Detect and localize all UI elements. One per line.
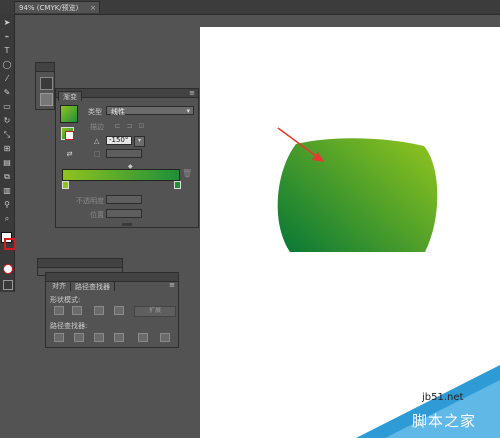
stroke-none-icon[interactable] xyxy=(65,131,74,140)
panel-menu-icon[interactable]: ≡ xyxy=(169,281,175,289)
transparency-panel-icon[interactable] xyxy=(40,93,53,106)
trim-icon[interactable] xyxy=(74,333,84,342)
collapsed-panel-header[interactable] xyxy=(36,63,54,72)
outline-icon[interactable] xyxy=(138,333,148,342)
type-label: 类型 xyxy=(88,108,102,116)
angle-icon: △ xyxy=(94,137,100,145)
tab-gradient[interactable]: 渐变 xyxy=(58,91,82,101)
crop-icon[interactable] xyxy=(114,333,124,342)
gradient-shape[interactable] xyxy=(277,138,438,252)
stroke-option-1-icon[interactable]: ⊏ xyxy=(112,121,123,131)
type-value: 线性 xyxy=(111,108,125,116)
panel-menu-icon[interactable]: ≡ xyxy=(189,89,195,97)
stroke-label: 描边 xyxy=(90,123,104,131)
opacity-input[interactable] xyxy=(106,195,142,204)
gradient-stop-left[interactable] xyxy=(62,181,69,189)
aspect-ratio-input[interactable] xyxy=(106,149,142,158)
opacity-label: 不透明度 xyxy=(76,197,104,205)
unite-icon[interactable] xyxy=(54,306,64,315)
panel-resize-handle[interactable] xyxy=(122,223,132,226)
chevron-down-icon: ▾ xyxy=(186,107,190,115)
tab-align[interactable]: 对齐 xyxy=(48,281,70,291)
merge-icon[interactable] xyxy=(94,333,104,342)
exclude-icon[interactable] xyxy=(114,306,124,315)
reverse-gradient-icon[interactable]: ⇄ xyxy=(64,149,75,159)
gradient-stop-right[interactable] xyxy=(174,181,181,189)
gradient-panel: 渐变 ≡ 类型 线性 ▾ 描边 ⊏ ⊐ ⊡ △ -150° ▾ ⇄ □ ◆ 🗑 … xyxy=(55,88,199,228)
watermark-name: 脚本之家 xyxy=(412,412,477,430)
type-select[interactable]: 线性 ▾ xyxy=(106,106,194,116)
position-label: 位置 xyxy=(90,211,104,219)
intersect-icon[interactable] xyxy=(94,306,104,315)
watermark-site: jb51.net xyxy=(422,392,464,403)
aspect-icon: □ xyxy=(94,150,101,158)
strip-panel-header[interactable] xyxy=(38,259,122,268)
minus-back-icon[interactable] xyxy=(160,333,170,342)
gradient-slider[interactable] xyxy=(62,169,180,181)
gradient-preview-swatch[interactable] xyxy=(60,105,78,123)
angle-input[interactable]: -150° xyxy=(106,136,132,145)
expand-button[interactable]: 扩展 xyxy=(134,306,176,317)
pathfinder-panel: 对齐 路径查找器 ≡ 形状模式: 扩展 路径查找器: xyxy=(45,272,179,348)
shape-modes-label: 形状模式: xyxy=(50,296,81,304)
tab-pathfinder[interactable]: 路径查找器 xyxy=(70,281,115,291)
stroke-option-3-icon[interactable]: ⊡ xyxy=(136,121,147,131)
position-input[interactable] xyxy=(106,209,142,218)
minus-front-icon[interactable] xyxy=(72,306,82,315)
stroke-option-2-icon[interactable]: ⊐ xyxy=(124,121,135,131)
delete-stop-icon[interactable]: 🗑 xyxy=(182,169,192,178)
angle-dropdown-icon[interactable]: ▾ xyxy=(134,136,145,147)
gradient-panel-icon[interactable] xyxy=(40,77,53,90)
divide-icon[interactable] xyxy=(54,333,64,342)
pathfinders-label: 路径查找器: xyxy=(50,322,88,330)
collapsed-panel xyxy=(35,62,55,110)
